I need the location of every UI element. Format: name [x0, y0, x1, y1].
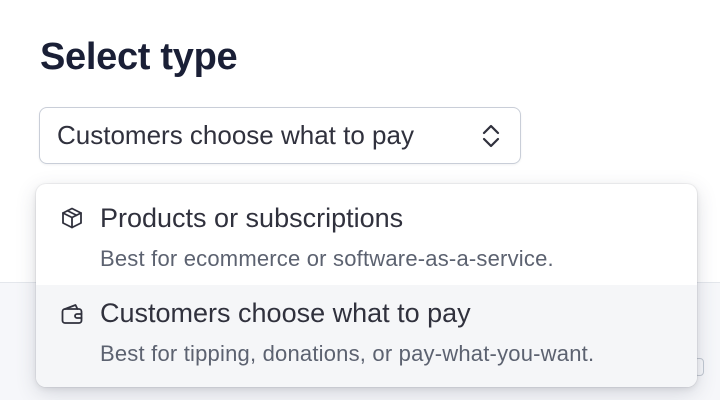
- type-select-value: Customers choose what to pay: [57, 120, 414, 150]
- option-title: Products or subscriptions: [100, 203, 404, 233]
- option-customers-choose-what-to-pay[interactable]: Customers choose what to pay Best for ti…: [36, 285, 697, 387]
- option-description: Best for tipping, donations, or pay-what…: [100, 341, 595, 366]
- type-dropdown-menu: Products or subscriptions Best for ecomm…: [36, 184, 697, 387]
- option-products-or-subscriptions[interactable]: Products or subscriptions Best for ecomm…: [36, 184, 697, 285]
- type-select[interactable]: Customers choose what to pay: [39, 107, 521, 164]
- page-title: Select type: [40, 36, 238, 78]
- option-title: Customers choose what to pay: [100, 298, 471, 328]
- page: Select type Customers choose what to pay…: [0, 0, 720, 400]
- wallet-icon: [61, 304, 83, 324]
- option-description: Best for ecommerce or software-as-a-serv…: [100, 246, 554, 271]
- chevron-up-down-icon: [482, 124, 500, 148]
- box-icon: [62, 207, 82, 229]
